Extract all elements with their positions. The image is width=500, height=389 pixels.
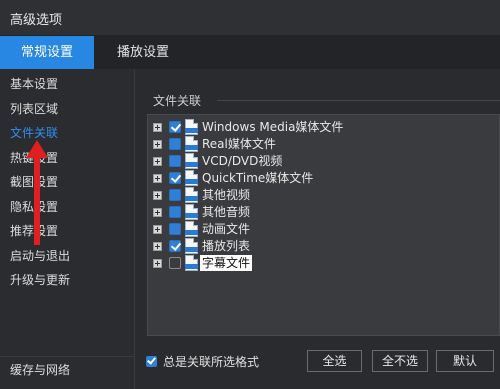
list-item[interactable]: 播放列表: [148, 238, 500, 255]
tab-bar: 常规设置 播放设置: [0, 36, 500, 69]
sidebar-item-update[interactable]: 升级与更新: [10, 271, 70, 288]
main-content: 文件关联 Windows Media媒体文件 Real媒体文件 VCD/DVD视…: [136, 69, 500, 389]
list-item-label: Windows Media媒体文件: [202, 120, 344, 134]
checkbox[interactable]: [169, 240, 181, 252]
expand-icon[interactable]: [153, 208, 162, 217]
file-type-icon: [185, 119, 198, 135]
tab-general-settings[interactable]: 常规设置: [0, 36, 94, 69]
tab-playback-settings[interactable]: 播放设置: [94, 36, 192, 69]
select-all-button[interactable]: 全选: [307, 350, 362, 372]
checkbox[interactable]: [169, 206, 181, 218]
list-item-label: 动画文件: [202, 222, 251, 236]
checkbox[interactable]: [169, 257, 181, 269]
title-bar: 高级选项: [0, 0, 500, 36]
group-label: 文件关联: [153, 94, 202, 108]
list-item-label: VCD/DVD视频: [202, 154, 283, 168]
checkbox[interactable]: [169, 121, 181, 133]
checkbox[interactable]: [169, 155, 181, 167]
expand-icon[interactable]: [153, 242, 162, 251]
expand-icon[interactable]: [153, 140, 162, 149]
list-item[interactable]: QuickTime媒体文件: [148, 170, 500, 187]
list-item[interactable]: Real媒体文件: [148, 136, 500, 153]
expand-icon[interactable]: [153, 123, 162, 132]
file-type-icon: [185, 255, 198, 271]
file-type-icon: [185, 153, 198, 169]
sidebar-item-basic[interactable]: 基本设置: [10, 75, 58, 92]
always-associate-checkbox[interactable]: [146, 356, 157, 367]
default-button[interactable]: 默认: [436, 350, 494, 372]
sidebar-item-startup-exit[interactable]: 启动与退出: [10, 247, 70, 264]
list-item[interactable]: 字幕文件: [148, 255, 500, 272]
list-item-label: 其他音频: [202, 205, 251, 219]
list-item-label: Real媒体文件: [202, 137, 276, 151]
checkbox[interactable]: [169, 172, 181, 184]
expand-icon[interactable]: [153, 174, 162, 183]
expand-icon[interactable]: [153, 157, 162, 166]
checkbox[interactable]: [169, 223, 181, 235]
list-item-label: 其他视频: [202, 188, 251, 202]
expand-icon[interactable]: [153, 225, 162, 234]
file-type-icon: [185, 238, 198, 254]
file-type-icon: [185, 204, 198, 220]
sidebar-item-file-association[interactable]: 文件关联: [10, 124, 58, 141]
list-item[interactable]: 动画文件: [148, 221, 500, 238]
sidebar: 基本设置 列表区域 文件关联 热键设置 截图设置 隐私设置 推荐设置 启动与退出…: [0, 69, 135, 389]
list-item[interactable]: 其他视频: [148, 187, 500, 204]
list-item-label: QuickTime媒体文件: [202, 171, 314, 185]
expand-icon[interactable]: [153, 259, 162, 268]
file-type-list[interactable]: Windows Media媒体文件 Real媒体文件 VCD/DVD视频 Qui…: [147, 114, 500, 336]
list-item[interactable]: Windows Media媒体文件: [148, 119, 500, 136]
file-type-icon: [185, 221, 198, 237]
window-title: 高级选项: [10, 13, 63, 28]
group-divider: [217, 100, 500, 101]
file-type-icon: [185, 187, 198, 203]
list-item[interactable]: VCD/DVD视频: [148, 153, 500, 170]
checkbox[interactable]: [169, 138, 181, 150]
list-item-label: 播放列表: [202, 239, 251, 253]
list-item-label: 字幕文件: [200, 255, 253, 271]
file-type-icon: [185, 170, 198, 186]
checkbox[interactable]: [169, 189, 181, 201]
sidebar-divider: [0, 356, 135, 357]
sidebar-item-cache-network[interactable]: 缓存与网络: [10, 361, 70, 378]
annotation-arrow-icon: [26, 140, 48, 245]
select-none-button[interactable]: 全不选: [372, 350, 428, 372]
file-type-icon: [185, 136, 198, 152]
expand-icon[interactable]: [153, 191, 162, 200]
always-associate-label: 总是关联所选格式: [163, 355, 260, 369]
sidebar-item-list-area[interactable]: 列表区域: [10, 100, 58, 117]
list-item[interactable]: 其他音频: [148, 204, 500, 221]
